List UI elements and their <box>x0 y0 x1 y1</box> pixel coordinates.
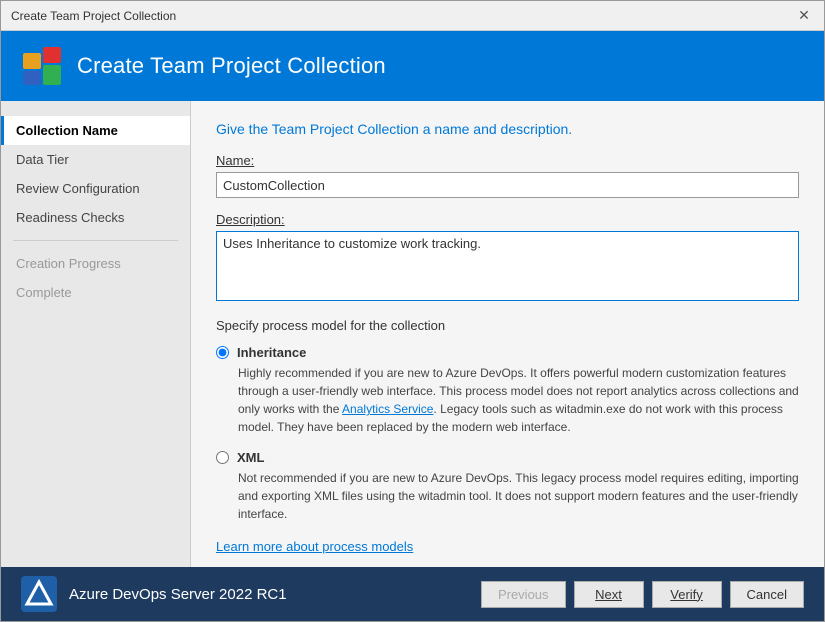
verify-button[interactable]: Verify <box>652 581 722 608</box>
description-label: Description: <box>216 212 799 227</box>
header-title: Create Team Project Collection <box>77 53 386 79</box>
inheritance-option: Inheritance Highly recommended if you ar… <box>216 345 799 436</box>
inheritance-label: Inheritance <box>237 345 306 360</box>
main-window: Create Team Project Collection ✕ Create … <box>0 0 825 622</box>
window-title: Create Team Project Collection <box>11 9 176 23</box>
sidebar-item-complete: Complete <box>1 278 190 307</box>
next-button[interactable]: Next <box>574 581 644 608</box>
sidebar-item-collection-name[interactable]: Collection Name <box>1 116 190 145</box>
title-bar: Create Team Project Collection ✕ <box>1 1 824 31</box>
section-title: Give the Team Project Collection a name … <box>216 121 799 137</box>
footer: Azure DevOps Server 2022 RC1 Previous Ne… <box>1 567 824 621</box>
sidebar-item-review-config[interactable]: Review Configuration <box>1 174 190 203</box>
description-input[interactable] <box>216 231 799 301</box>
footer-icon <box>21 576 57 612</box>
footer-brand-text: Azure DevOps Server 2022 RC1 <box>69 586 287 603</box>
xml-radio[interactable] <box>216 451 229 464</box>
previous-button[interactable]: Previous <box>481 581 566 608</box>
app-icon <box>21 45 63 87</box>
learn-more-link[interactable]: Learn more about process models <box>216 539 799 554</box>
content-area: Collection Name Data Tier Review Configu… <box>1 101 824 567</box>
sidebar-item-creation-progress: Creation Progress <box>1 249 190 278</box>
xml-radio-label[interactable]: XML <box>216 450 799 465</box>
footer-brand: Azure DevOps Server 2022 RC1 <box>21 576 287 612</box>
sidebar-divider <box>13 240 178 241</box>
inheritance-description: Highly recommended if you are new to Azu… <box>238 364 799 436</box>
sidebar-item-readiness-checks[interactable]: Readiness Checks <box>1 203 190 232</box>
name-label: Name: <box>216 153 799 168</box>
process-section-title: Specify process model for the collection <box>216 318 799 333</box>
description-field-group: Description: <box>216 212 799 304</box>
name-input[interactable] <box>216 172 799 198</box>
main-content: Give the Team Project Collection a name … <box>191 101 824 567</box>
sidebar-item-data-tier[interactable]: Data Tier <box>1 145 190 174</box>
xml-label: XML <box>237 450 264 465</box>
inheritance-radio[interactable] <box>216 346 229 359</box>
inheritance-radio-label[interactable]: Inheritance <box>216 345 799 360</box>
close-button[interactable]: ✕ <box>794 6 814 26</box>
xml-option: XML Not recommended if you are new to Az… <box>216 450 799 523</box>
name-field-group: Name: <box>216 153 799 198</box>
analytics-service-link[interactable]: Analytics Service <box>342 402 433 416</box>
sidebar: Collection Name Data Tier Review Configu… <box>1 101 191 567</box>
cancel-button[interactable]: Cancel <box>730 581 804 608</box>
header-bar: Create Team Project Collection <box>1 31 824 101</box>
xml-description: Not recommended if you are new to Azure … <box>238 469 799 523</box>
footer-buttons: Previous Next Verify Cancel <box>481 581 804 608</box>
